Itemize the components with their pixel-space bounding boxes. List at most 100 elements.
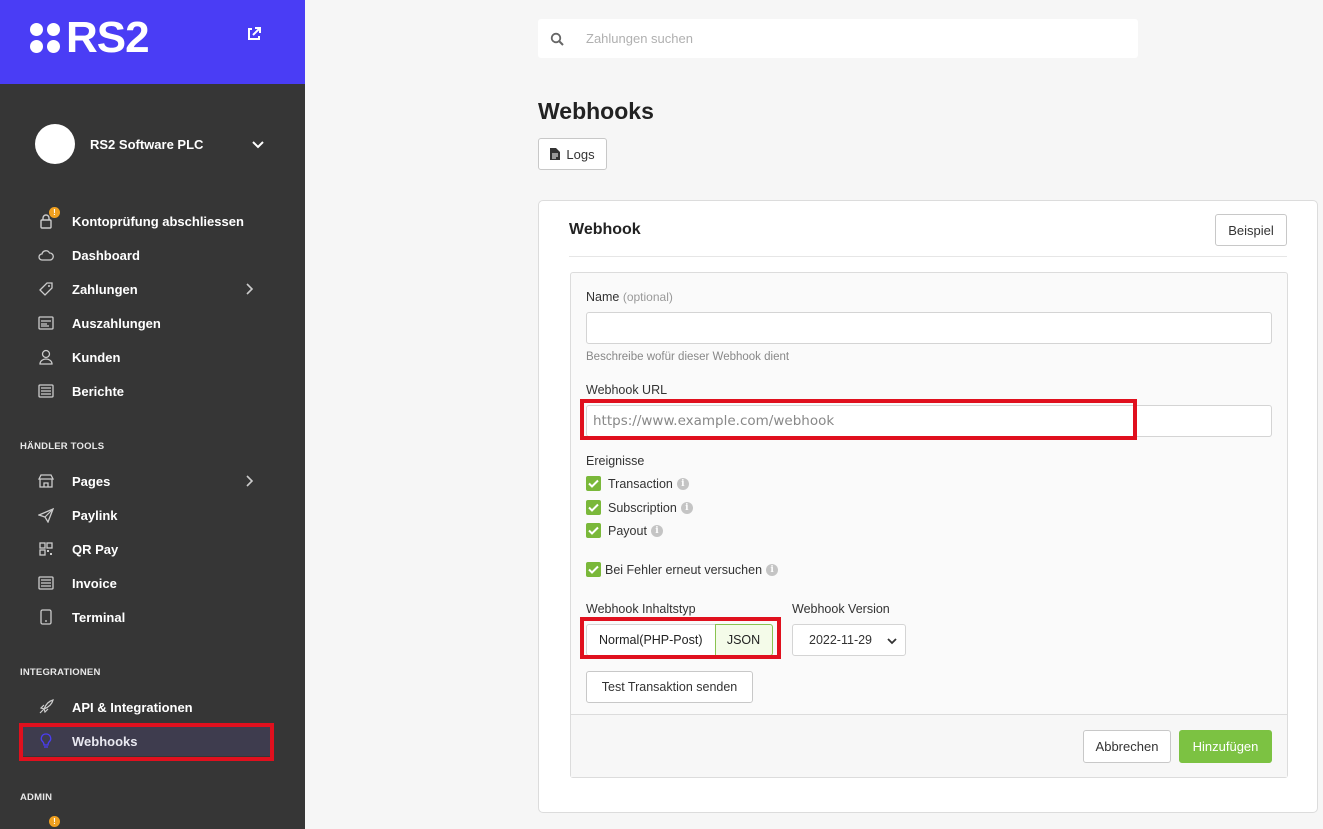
event-payout[interactable]: Payout i [586, 523, 663, 538]
sidebar-item-dashboard[interactable]: Dashboard [20, 240, 270, 270]
rs2-logo[interactable]: RS2 [30, 13, 150, 62]
send-icon [38, 507, 54, 523]
sidebar-item-label: Berichte [72, 383, 125, 399]
name-field[interactable] [586, 312, 1272, 344]
sidebar-item-label: Dashboard [72, 247, 140, 263]
sidebar-item-label: Pages [72, 473, 111, 489]
sidebar: RS2 RS2 Software PLC ! Kontoprüfung absc… [0, 0, 305, 829]
search-bar [538, 19, 1138, 58]
warning-badge: ! [49, 816, 60, 827]
file-icon [550, 148, 561, 160]
qr-icon [38, 541, 54, 557]
checkbox-checked[interactable] [586, 562, 601, 577]
example-button[interactable]: Beispiel [1215, 214, 1287, 246]
checkbox-checked[interactable] [586, 500, 601, 515]
content-type-json-option[interactable]: JSON [714, 624, 773, 656]
content-type-normal-option[interactable]: Normal(PHP-Post) [586, 624, 715, 656]
section-title-integrationen: INTEGRATIONEN [20, 667, 101, 678]
sidebar-item-webhooks[interactable]: Webhooks [20, 726, 270, 756]
cancel-button[interactable]: Abbrechen [1083, 730, 1171, 763]
chevron-right-icon [246, 475, 254, 487]
search-input[interactable] [586, 31, 1086, 46]
invoice-icon [38, 575, 54, 591]
logs-button[interactable]: Logs [538, 138, 607, 170]
section-title-admin: ADMIN [20, 792, 53, 803]
external-link-icon[interactable] [246, 26, 262, 42]
sidebar-item-pages[interactable]: Pages [20, 466, 270, 496]
store-icon [38, 473, 54, 489]
retry-on-error[interactable]: Bei Fehler erneut versuchen i [586, 562, 779, 577]
logs-button-label: Logs [566, 146, 595, 162]
chevron-right-icon [246, 283, 254, 295]
optional-hint: (optional) [622, 290, 673, 304]
brand-header: RS2 [0, 0, 305, 84]
add-button[interactable]: Hinzufügen [1179, 730, 1272, 763]
chevron-down-icon [887, 638, 897, 645]
account-switcher[interactable]: RS2 Software PLC [35, 124, 265, 164]
sidebar-item-label: Auszahlungen [72, 315, 161, 331]
logo-text: RS2 [66, 13, 150, 62]
event-transaction[interactable]: Transaction i [586, 476, 689, 491]
webhook-url-field[interactable] [586, 405, 1272, 437]
info-icon: i [766, 563, 779, 576]
name-help-text: Beschreibe wofür dieser Webhook dient [586, 351, 790, 363]
sidebar-item-label: Webhooks [72, 733, 138, 749]
tag-icon [38, 281, 54, 297]
event-label: Transaction [608, 476, 673, 491]
page-title: Webhooks [538, 98, 654, 124]
url-label: Webhook URL [586, 383, 668, 397]
divider [569, 256, 1287, 257]
sidebar-item-invoice[interactable]: Invoice [20, 568, 270, 598]
info-icon: i [680, 501, 693, 514]
version-value: 2022-11-29 [809, 633, 873, 647]
sidebar-item-paylink[interactable]: Paylink [20, 500, 270, 530]
form-footer: Abbrechen Hinzufügen [571, 714, 1287, 777]
version-select[interactable]: 2022-11-29 [792, 624, 906, 656]
rocket-icon [38, 699, 54, 715]
avatar [35, 124, 75, 164]
send-test-transaction-button[interactable]: Test Transaktion senden [586, 671, 753, 703]
checkbox-checked[interactable] [586, 476, 601, 491]
info-icon: i [676, 477, 689, 490]
sidebar-item-api-integrationen[interactable]: API & Integrationen [20, 692, 270, 722]
sidebar-item-label: QR Pay [72, 541, 119, 557]
form-body: Name (optional) Beschreibe wofür dieser … [571, 273, 1287, 714]
payout-icon [38, 315, 54, 331]
event-label: Payout [608, 523, 647, 538]
content-type-label: Webhook Inhaltstyp [586, 602, 696, 616]
event-label: Subscription [608, 500, 677, 515]
sidebar-item-admin-partial[interactable]: ! [20, 816, 270, 829]
sidebar-item-label: Paylink [72, 507, 118, 523]
sidebar-item-kontopruefung[interactable]: ! Kontoprüfung abschliessen [20, 206, 270, 236]
webhook-card: Webhook Beispiel Name (optional) Beschre… [538, 200, 1318, 813]
sidebar-item-terminal[interactable]: Terminal [20, 602, 270, 632]
search-icon [550, 32, 564, 46]
terminal-icon [38, 609, 54, 625]
sidebar-item-auszahlungen[interactable]: Auszahlungen [20, 308, 270, 338]
lock-icon: ! [38, 816, 60, 829]
name-label: Name (optional) [586, 290, 673, 304]
name-label-text: Name [586, 290, 620, 304]
warning-badge: ! [49, 207, 60, 218]
report-icon [38, 383, 54, 399]
account-name: RS2 Software PLC [90, 136, 204, 152]
retry-label: Bei Fehler erneut versuchen [605, 562, 763, 577]
cloud-icon [38, 247, 54, 263]
version-label: Webhook Version [792, 602, 890, 616]
content-type-toggle: Normal(PHP-Post) JSON [586, 624, 773, 656]
sidebar-item-label: Kunden [72, 349, 121, 365]
checkbox-checked[interactable] [586, 523, 601, 538]
chevron-down-icon [252, 141, 264, 149]
webhook-form: Name (optional) Beschreibe wofür dieser … [570, 272, 1288, 778]
info-icon: i [650, 524, 663, 537]
sidebar-item-label: Invoice [72, 575, 117, 591]
sidebar-item-berichte[interactable]: Berichte [20, 376, 270, 406]
event-subscription[interactable]: Subscription i [586, 500, 693, 515]
events-label: Ereignisse [586, 454, 645, 468]
sidebar-item-kunden[interactable]: Kunden [20, 342, 270, 372]
sidebar-item-label: API & Integrationen [72, 699, 193, 715]
sidebar-item-zahlungen[interactable]: Zahlungen [20, 274, 270, 304]
bulb-icon [38, 733, 54, 749]
lock-icon: ! [38, 207, 60, 229]
sidebar-item-qr-pay[interactable]: QR Pay [20, 534, 270, 564]
